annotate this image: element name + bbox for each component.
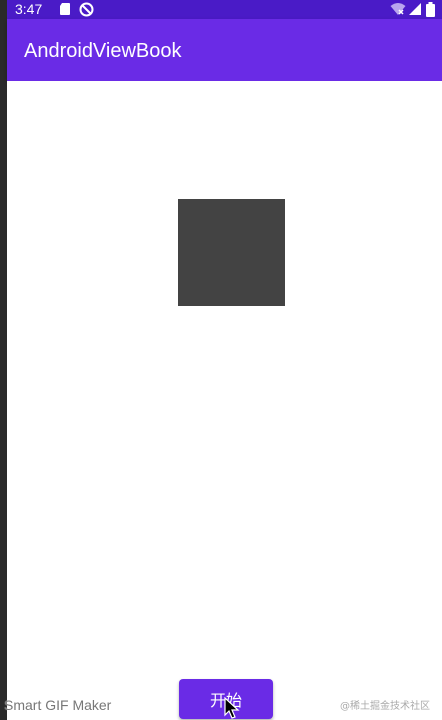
wifi-icon [390, 3, 406, 15]
mouse-cursor-icon [224, 697, 240, 719]
sd-card-icon [60, 3, 70, 15]
status-time: 3:47 [15, 1, 43, 17]
watermark-juejin: @稀土掘金技术社区 [340, 701, 430, 712]
signal-icon [409, 3, 421, 15]
main-content: 开始 [7, 81, 442, 720]
watermark-gif-maker: Smart GIF Maker [4, 697, 112, 713]
window-frame [0, 0, 7, 720]
app-bar: AndroidViewBook [7, 19, 442, 81]
app-title: AndroidViewBook [24, 40, 182, 62]
battery-icon [426, 2, 435, 17]
animated-square [178, 199, 285, 306]
status-bar: 3:47 [7, 0, 442, 19]
no-sync-icon [79, 2, 94, 17]
